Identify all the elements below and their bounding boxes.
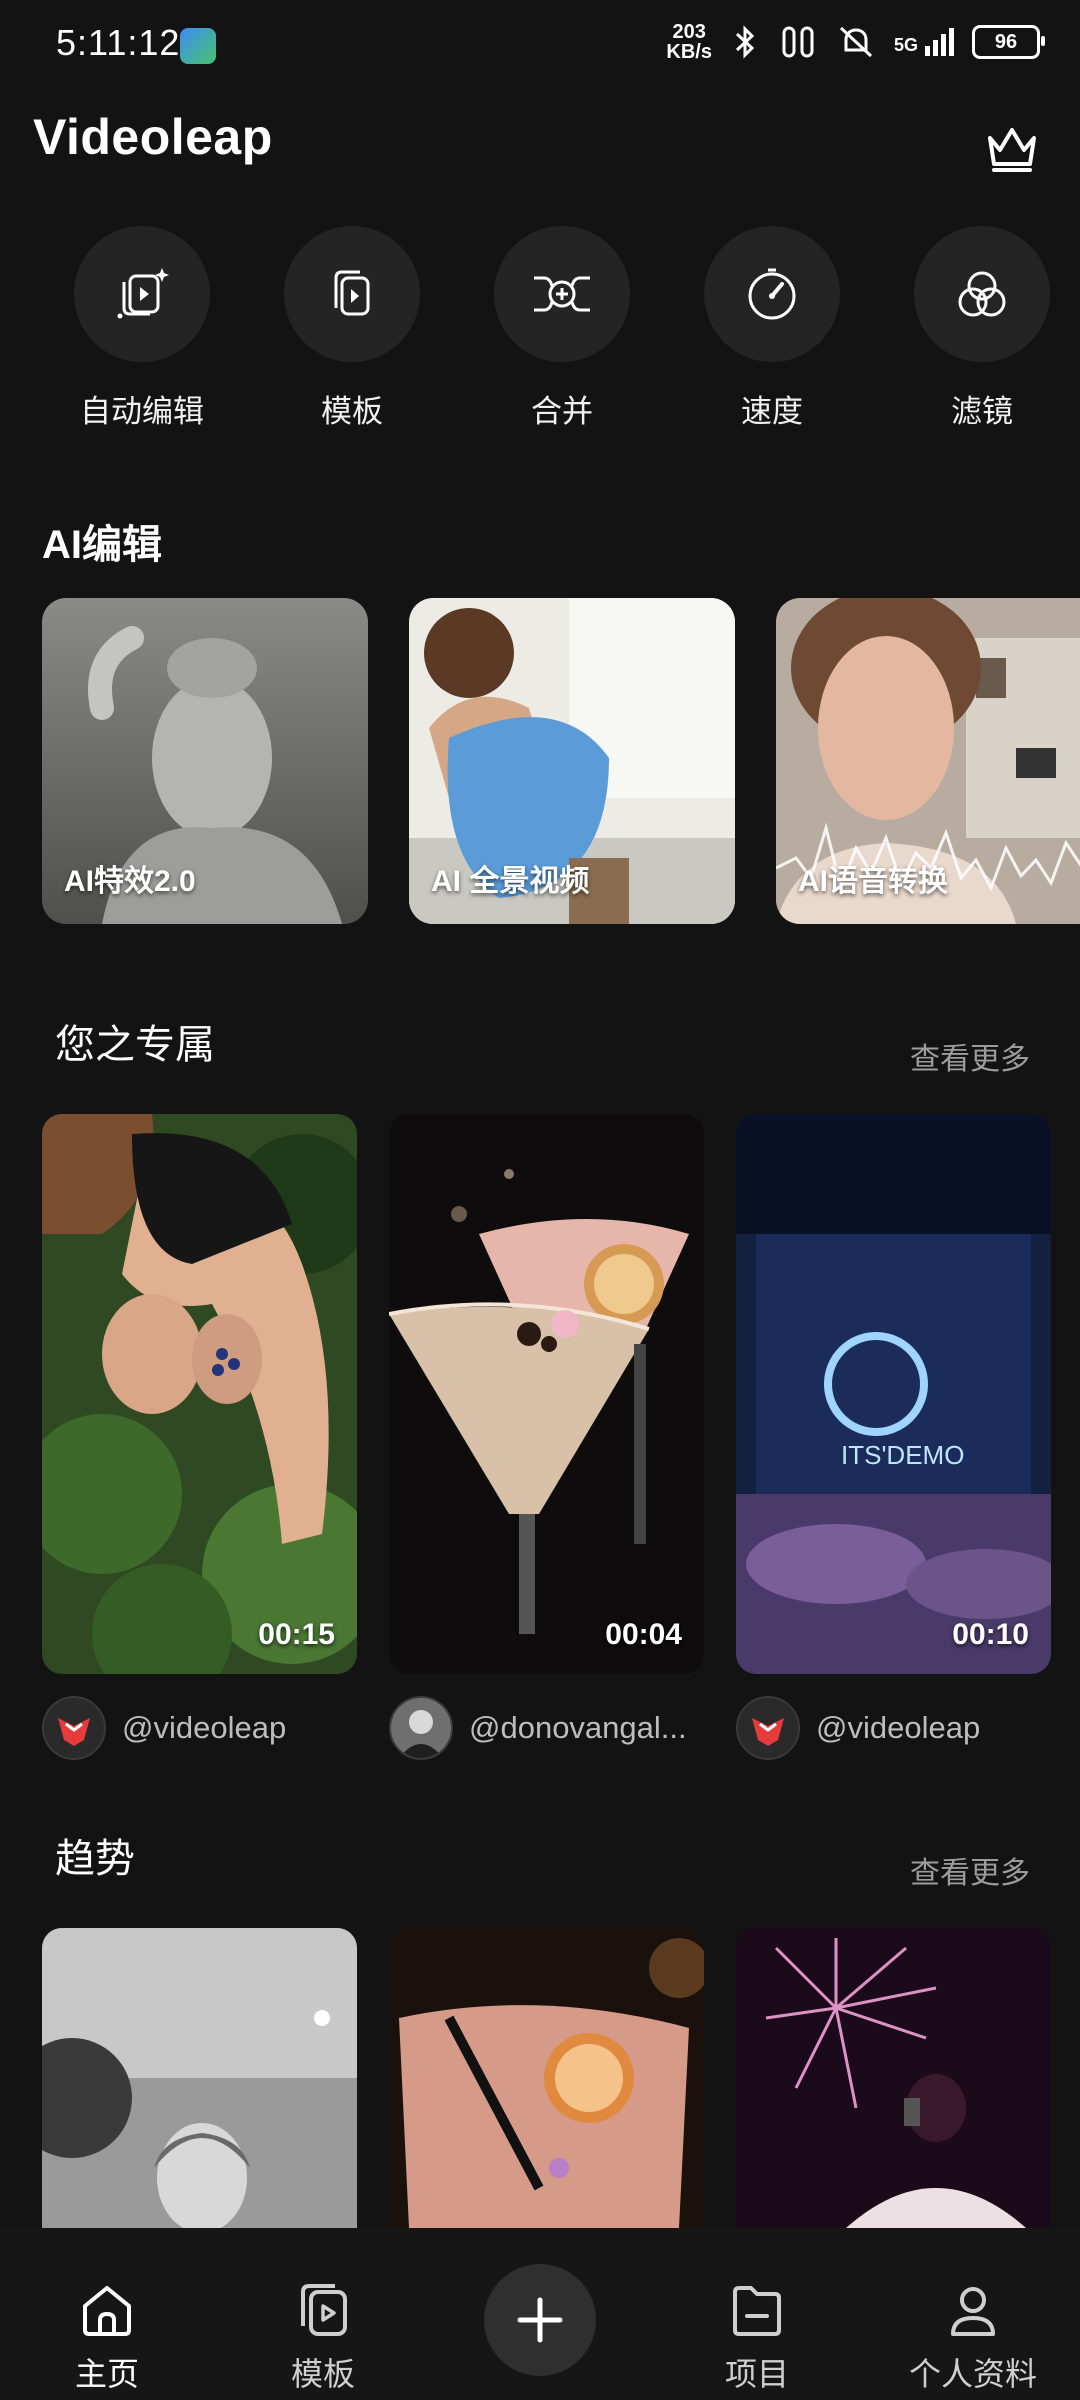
- tool-label: 模板: [321, 394, 383, 429]
- ai-cards-row: AI特效2.0 AI 全景视频 AI语音转换: [42, 598, 1080, 926]
- videoleap-logo-icon: [752, 1718, 784, 1746]
- video-duration: 00:10: [952, 1618, 1029, 1651]
- tool-label: 合并: [531, 394, 593, 429]
- trending-video-card[interactable]: [389, 1928, 704, 2228]
- trending-title: 趋势: [55, 1837, 135, 1881]
- trending-video-card[interactable]: [736, 1928, 1051, 2228]
- templates-icon: [301, 2284, 347, 2336]
- nav-label: 项目: [724, 2356, 789, 2392]
- home-icon: [83, 2286, 131, 2336]
- tool-circle: [284, 226, 420, 362]
- add-project-button[interactable]: [484, 2264, 596, 2376]
- video-author[interactable]: @videoleap: [42, 1696, 286, 1760]
- nav-profile[interactable]: 个人资料: [888, 2228, 1058, 2395]
- merge-icon: [534, 276, 590, 312]
- for-you-title: 您之专属: [55, 1023, 215, 1067]
- profile-icon: [951, 2287, 995, 2336]
- trending-video-card[interactable]: [42, 1928, 357, 2228]
- status-icons: 203 KB/s 5G 96: [666, 22, 1045, 62]
- video-duration: 00:15: [258, 1618, 335, 1651]
- nav-projects[interactable]: 项目: [672, 2228, 842, 2395]
- battery-level: 96: [994, 30, 1018, 53]
- video-author[interactable]: @videoleap: [736, 1696, 980, 1760]
- status-time: 5:11:12: [56, 22, 181, 63]
- nav-templates[interactable]: 模板: [238, 2228, 408, 2395]
- ai-card-panorama[interactable]: AI 全景视频: [409, 598, 735, 924]
- video-card[interactable]: 00:15: [42, 1114, 357, 1674]
- tool-merge[interactable]: 合并: [482, 226, 642, 431]
- nav-home[interactable]: 主页: [22, 2228, 192, 2395]
- tool-circle: [914, 226, 1050, 362]
- signal-icon: 5G: [894, 28, 954, 56]
- person-photo-icon: [399, 1710, 443, 1758]
- plus-icon: [517, 2297, 563, 2343]
- bottom-navigation: 主页 模板 项目 个人资料: [0, 2228, 1080, 2400]
- tool-template[interactable]: 模板: [272, 226, 432, 431]
- bluetooth-icon: [735, 25, 755, 59]
- boy-blueberries-thumbnail: [42, 1114, 357, 1674]
- tool-auto-edit[interactable]: 自动编辑: [62, 226, 222, 431]
- filter-icon: [958, 271, 1006, 317]
- video-card[interactable]: ITS'DEMO 00:10: [736, 1114, 1051, 1674]
- nav-label: 个人资料: [908, 2356, 1037, 2392]
- quick-tools: 自动编辑 模板 合并 速度 滤镜: [0, 226, 1080, 436]
- app-title: Videoleap: [33, 109, 273, 165]
- nav-label: 主页: [74, 2356, 139, 2392]
- ai-card-label: AI 全景视频: [431, 865, 590, 898]
- author-name: @videoleap: [816, 1710, 981, 1745]
- projects-icon: [733, 2286, 781, 2336]
- cocktails-thumbnail: [389, 1114, 704, 1674]
- tool-speed[interactable]: 速度: [692, 226, 852, 431]
- user-avatar: [389, 1696, 453, 1760]
- video-card[interactable]: 00:04: [389, 1114, 704, 1674]
- tool-label: 滤镜: [951, 394, 1013, 429]
- gallery-notification-icon: [180, 28, 216, 64]
- video-author[interactable]: @donovangal...: [389, 1696, 687, 1760]
- child-bw-thumbnail: [42, 1928, 357, 2228]
- videoleap-logo-avatar: [736, 1696, 800, 1760]
- tool-filter[interactable]: 滤镜: [902, 226, 1062, 431]
- mute-bell-icon: [839, 26, 873, 58]
- for-you-see-more-link[interactable]: 查看更多: [910, 1034, 1030, 1078]
- tool-label: 自动编辑: [80, 394, 204, 429]
- battery-icon: 96: [972, 25, 1045, 59]
- tool-circle: [494, 226, 630, 362]
- author-name: @donovangal...: [469, 1710, 687, 1745]
- ai-card-label: AI特效2.0: [64, 865, 196, 898]
- fireworks-thumbnail: [736, 1928, 1051, 2228]
- ai-card-effects[interactable]: AI特效2.0: [42, 598, 368, 924]
- speed-icon: [748, 268, 796, 320]
- auto-edit-icon: [117, 268, 169, 319]
- author-name: @videoleap: [122, 1710, 287, 1745]
- ai-card-label: AI语音转换: [798, 865, 948, 898]
- videoleap-logo-icon: [58, 1718, 90, 1746]
- neon-sign-thumbnail: ITS'DEMO: [736, 1114, 1051, 1674]
- ai-section-title: AI编辑: [42, 523, 162, 567]
- tool-label: 速度: [741, 394, 803, 429]
- videoleap-logo-avatar: [42, 1696, 106, 1760]
- pink-cocktail-thumbnail: [389, 1928, 704, 2228]
- trending-see-more-link[interactable]: 查看更多: [910, 1848, 1030, 1892]
- ai-card-voice[interactable]: AI语音转换: [776, 598, 1080, 924]
- template-icon: [334, 270, 370, 316]
- crown-icon[interactable]: [982, 118, 1042, 178]
- neon-sign-text: ITS'DEMO: [841, 1440, 964, 1470]
- earbuds-icon: [782, 26, 814, 58]
- speed-value: 203: [672, 21, 706, 43]
- network-type: 5G: [893, 35, 918, 55]
- tool-circle: [704, 226, 840, 362]
- tool-circle: [74, 226, 210, 362]
- speed-unit: KB/s: [666, 41, 712, 63]
- video-duration: 00:04: [605, 1618, 682, 1651]
- network-speed: 203 KB/s: [666, 22, 712, 62]
- status-bar: 5:11:12 203 KB/s 5G 96: [0, 0, 1080, 90]
- nav-label: 模板: [290, 2356, 355, 2392]
